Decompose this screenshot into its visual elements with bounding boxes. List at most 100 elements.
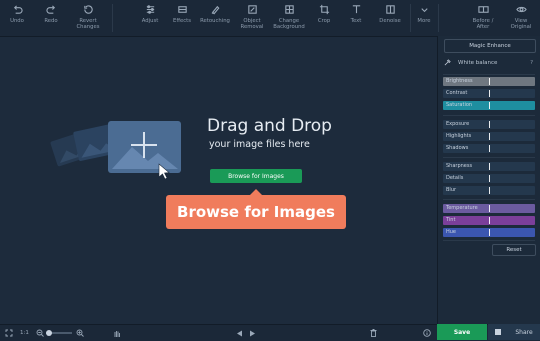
slider-knob[interactable]: [489, 175, 490, 182]
top-toolbar: Undo Redo Revert Changes Adjust Effects …: [0, 0, 540, 37]
eraser-icon: [247, 4, 258, 15]
tool-text-label: Text: [350, 18, 362, 24]
slider-knob[interactable]: [489, 133, 490, 140]
toolbar-divider: [112, 4, 113, 32]
slider-label: Temperature: [446, 205, 478, 211]
slider-knob[interactable]: [489, 205, 490, 212]
before-after-label: Before / After: [472, 18, 494, 30]
tool-retouching[interactable]: Retouching: [198, 2, 232, 34]
slider-knob[interactable]: [489, 163, 490, 170]
next-image-icon[interactable]: [249, 328, 256, 338]
eyedropper-icon[interactable]: [444, 58, 451, 68]
sliders-icon: [145, 4, 156, 15]
undo-label: Undo: [10, 18, 24, 24]
slider-label: Tint: [446, 217, 456, 223]
slider-hue[interactable]: Hue: [443, 228, 535, 237]
slider-label: Brightness: [446, 78, 473, 84]
denoise-icon: [385, 4, 396, 15]
slider-label: Shadows: [446, 145, 469, 151]
divider: [443, 115, 535, 116]
tool-change-background[interactable]: Change Background: [271, 2, 307, 34]
background-icon: [284, 4, 295, 15]
tool-adjust-label: Adjust: [141, 18, 159, 24]
slider-contrast[interactable]: Contrast: [443, 89, 535, 98]
divider: [443, 157, 535, 158]
slider-knob[interactable]: [489, 229, 490, 236]
facebook-icon: [495, 329, 502, 335]
divider: [443, 199, 535, 200]
slider-label: Details: [446, 175, 464, 181]
tool-object-removal-label: Object Removal: [240, 18, 264, 30]
view-original-button[interactable]: View Original: [506, 2, 536, 34]
redo-button[interactable]: Redo: [40, 2, 62, 34]
revert-changes-button[interactable]: Revert Changes: [72, 2, 104, 34]
slider-knob[interactable]: [489, 90, 490, 97]
undo-icon: [12, 4, 23, 15]
share-button[interactable]: Share: [488, 324, 540, 340]
reset-button[interactable]: Reset: [492, 244, 536, 256]
save-button[interactable]: Save: [437, 324, 487, 340]
slider-label: Saturation: [446, 102, 473, 108]
slider-temperature[interactable]: Temperature: [443, 204, 535, 213]
slider-exposure[interactable]: Exposure: [443, 120, 535, 129]
magic-enhance-button[interactable]: Magic Enhance: [444, 39, 536, 53]
zoom-slider[interactable]: [46, 328, 72, 338]
share-label: Share: [515, 328, 533, 336]
eye-icon: [515, 4, 527, 15]
slider-tint[interactable]: Tint: [443, 216, 535, 225]
zoom-slider-handle[interactable]: [46, 330, 52, 336]
browse-callout: Browse for Images: [166, 189, 346, 229]
slider-label: Blur: [446, 187, 457, 193]
slider-knob[interactable]: [489, 145, 490, 152]
slider-label: Exposure: [446, 121, 470, 127]
tool-change-background-label: Change Background: [273, 18, 305, 30]
view-original-label: View Original: [510, 18, 532, 30]
slider-knob[interactable]: [489, 78, 490, 85]
undo-button[interactable]: Undo: [6, 2, 28, 34]
slider-label: Highlights: [446, 133, 472, 139]
tool-more-label: More: [417, 18, 431, 24]
tool-denoise[interactable]: Denoise: [376, 2, 404, 34]
zoom-in-icon[interactable]: [76, 328, 84, 338]
slider-knob[interactable]: [489, 187, 490, 194]
tool-crop[interactable]: Crop: [313, 2, 335, 34]
text-icon: [351, 4, 362, 15]
tool-effects[interactable]: Effects: [169, 2, 195, 34]
slider-brightness[interactable]: Brightness: [443, 77, 535, 86]
slider-shadows[interactable]: Shadows: [443, 144, 535, 153]
slider-knob[interactable]: [489, 217, 490, 224]
slider-sharpness[interactable]: Sharpness: [443, 162, 535, 171]
slider-knob[interactable]: [489, 121, 490, 128]
zoom-fit-button[interactable]: 1:1: [20, 328, 29, 338]
trash-icon[interactable]: [370, 328, 377, 338]
slider-label: Contrast: [446, 90, 468, 96]
revert-icon: [83, 4, 94, 15]
slider-saturation[interactable]: Saturation: [443, 101, 535, 110]
tool-denoise-label: Denoise: [379, 18, 401, 24]
slider-highlights[interactable]: Highlights: [443, 132, 535, 141]
previous-image-icon[interactable]: [236, 328, 243, 338]
tool-adjust[interactable]: Adjust: [137, 2, 163, 34]
white-balance-label: White balance: [458, 60, 498, 66]
zoom-out-icon[interactable]: [36, 328, 44, 338]
slider-details[interactable]: Details: [443, 174, 535, 183]
before-after-button[interactable]: Before / After: [468, 2, 498, 34]
effects-icon: [177, 4, 188, 15]
help-icon[interactable]: ?: [530, 60, 533, 66]
white-balance-row[interactable]: White balance ?: [444, 58, 535, 68]
tool-effects-label: Effects: [172, 18, 191, 24]
slider-label: Hue: [446, 229, 457, 235]
browse-for-images-button[interactable]: Browse for Images: [210, 169, 302, 183]
fullscreen-icon[interactable]: [5, 328, 13, 338]
tool-object-removal[interactable]: Object Removal: [236, 2, 268, 34]
slider-knob[interactable]: [489, 102, 490, 109]
tool-text[interactable]: Text: [345, 2, 367, 34]
info-icon[interactable]: [423, 328, 431, 338]
toolbar-divider: [410, 4, 411, 32]
slider-blur[interactable]: Blur: [443, 186, 535, 195]
drag-drop-subtitle: your image files here: [209, 139, 310, 150]
tool-more[interactable]: More: [413, 2, 435, 34]
adjust-panel: Magic Enhance White balance ? Brightness…: [437, 36, 540, 324]
hand-tool-icon[interactable]: [113, 328, 121, 338]
redo-icon: [45, 4, 57, 15]
